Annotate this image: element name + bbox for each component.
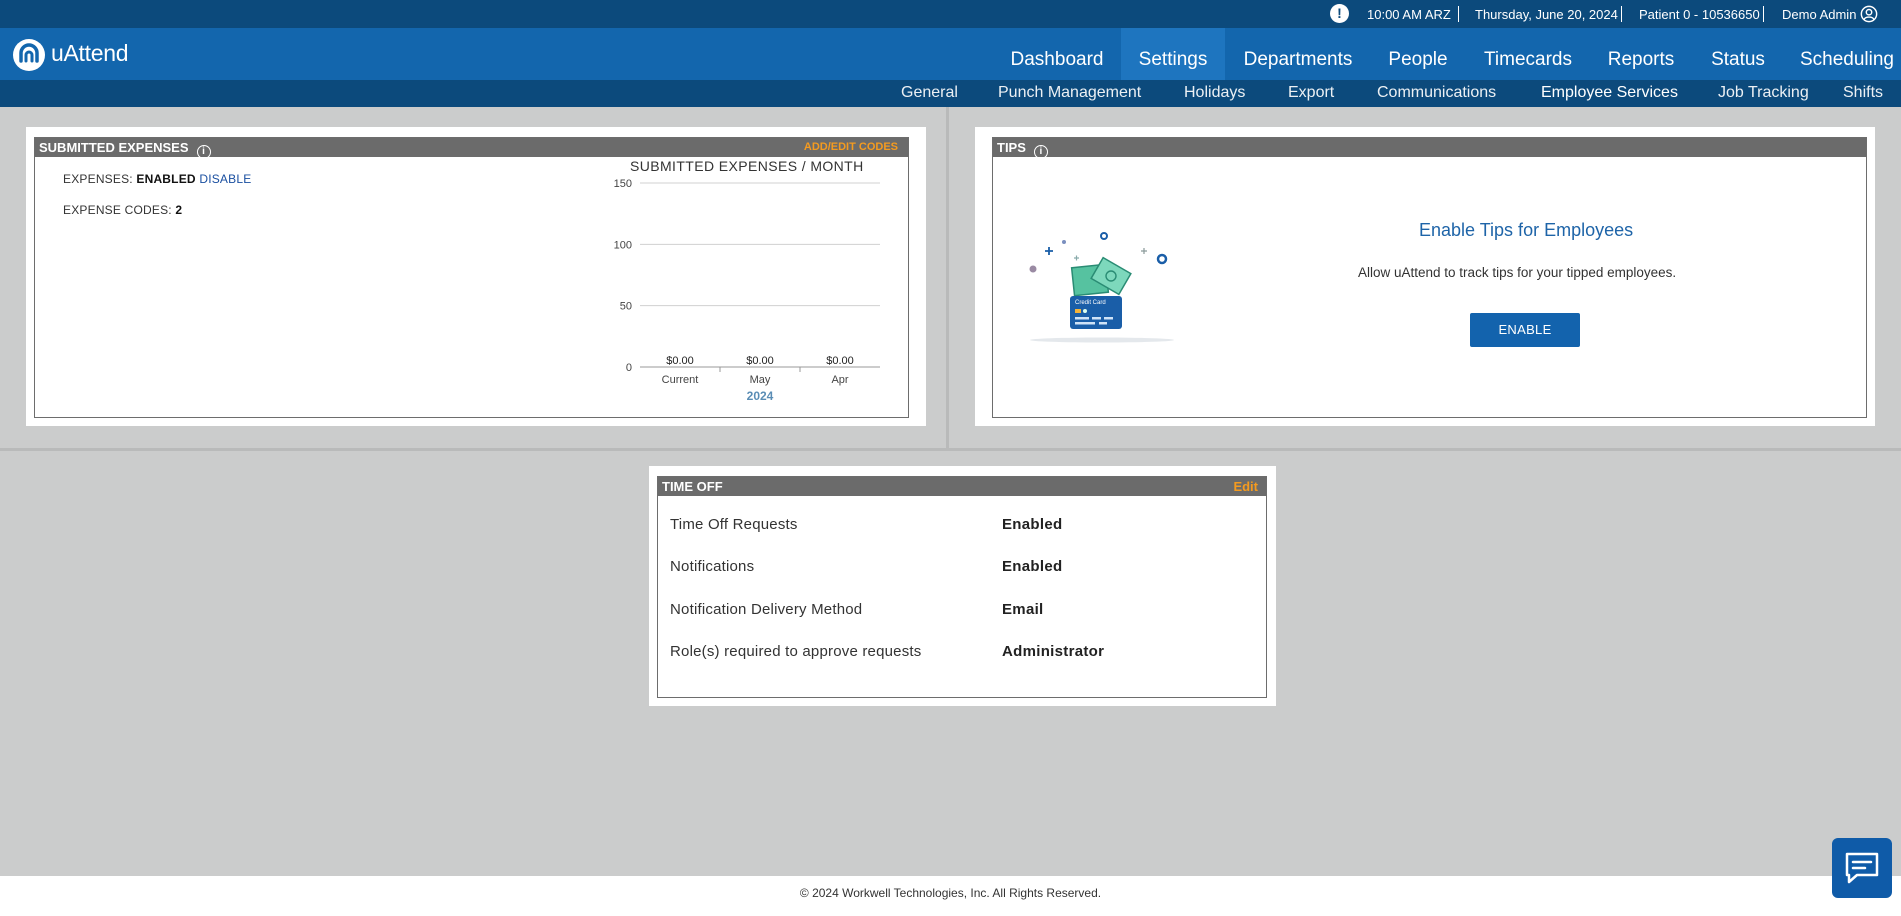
year-label: 2024 bbox=[747, 389, 774, 403]
time-off-row-value: Enabled bbox=[1002, 516, 1063, 533]
expenses-header: SUBMITTED EXPENSES i ADD/EDIT CODES bbox=[35, 138, 908, 159]
subnav-holidays[interactable]: Holidays bbox=[1184, 84, 1245, 102]
time-off-header: TIME OFF Edit bbox=[658, 477, 1266, 496]
footer: © 2024 Workwell Technologies, Inc. All R… bbox=[0, 876, 1901, 916]
subnav-employee-services[interactable]: Employee Services bbox=[1541, 84, 1678, 102]
settings-subnav: General Punch Management Holidays Export… bbox=[0, 80, 1901, 107]
nav-settings[interactable]: Settings bbox=[1121, 28, 1225, 80]
subnav-job-tracking[interactable]: Job Tracking bbox=[1718, 84, 1809, 102]
y-tick-label: 150 bbox=[614, 178, 632, 190]
nav-reports[interactable]: Reports bbox=[1601, 28, 1681, 80]
nav-people[interactable]: People bbox=[1379, 28, 1457, 80]
user-circle-icon[interactable] bbox=[1860, 5, 1878, 23]
subnav-shifts[interactable]: Shifts bbox=[1843, 84, 1883, 102]
bar-data-label: $0.00 bbox=[746, 355, 774, 367]
divider bbox=[1763, 6, 1764, 22]
column-divider bbox=[946, 107, 949, 449]
subnav-punch-management[interactable]: Punch Management bbox=[998, 84, 1141, 102]
nav-dashboard[interactable]: Dashboard bbox=[1000, 28, 1114, 80]
bar-data-label: $0.00 bbox=[666, 355, 694, 367]
time-off-row-value: Administrator bbox=[1002, 643, 1105, 660]
top-status-bar: ! 10:00 AM ARZ Thursday, June 20, 2024 P… bbox=[0, 0, 1901, 28]
divider bbox=[1621, 6, 1622, 22]
y-tick-label: 0 bbox=[626, 362, 632, 374]
tips-illustration-icon: Credit Card bbox=[1029, 232, 1174, 343]
expenses-status-label: EXPENSES: bbox=[63, 172, 133, 186]
subnav-communications[interactable]: Communications bbox=[1377, 84, 1496, 102]
time-off-panel: TIME OFF Edit bbox=[657, 476, 1267, 698]
expenses-status-value: ENABLED bbox=[136, 172, 196, 186]
expenses-title: SUBMITTED EXPENSES bbox=[39, 140, 189, 155]
time-off-row-label: Time Off Requests bbox=[670, 516, 798, 533]
enable-tips-button[interactable]: ENABLE bbox=[1470, 313, 1580, 347]
info-icon[interactable]: i bbox=[196, 145, 211, 159]
logo-text[interactable]: uAttend bbox=[51, 40, 128, 67]
row-divider bbox=[0, 448, 1901, 451]
time-off-row-label: Notification Delivery Method bbox=[670, 601, 863, 618]
time-off-edit-link[interactable]: Edit bbox=[1233, 477, 1258, 496]
expenses-chart: 0 50 100 150 $0.00 Current $0.00 May $0.00 Apr 202… bbox=[614, 178, 880, 403]
add-edit-codes-link[interactable]: ADD/EDIT CODES bbox=[804, 138, 898, 157]
tips-title: TIPS bbox=[997, 140, 1026, 155]
chat-button[interactable] bbox=[1832, 838, 1892, 898]
main-nav: uAttend Dashboard Settings Departments P… bbox=[0, 28, 1901, 80]
subnav-general[interactable]: General bbox=[901, 84, 958, 102]
tips-heading: Enable Tips for Employees bbox=[1419, 220, 1634, 240]
user-menu[interactable]: Demo Admin bbox=[1782, 7, 1856, 22]
alert-icon[interactable]: ! bbox=[1330, 4, 1349, 23]
nav-departments[interactable]: Departments bbox=[1238, 28, 1358, 80]
info-icon[interactable]: i bbox=[1033, 145, 1048, 159]
expense-codes: EXPENSE CODES: 2 bbox=[63, 203, 182, 217]
y-tick-label: 50 bbox=[620, 301, 632, 313]
nav-timecards[interactable]: Timecards bbox=[1477, 28, 1579, 80]
time-off-title: TIME OFF bbox=[662, 479, 723, 494]
copyright-text: © 2024 Workwell Technologies, Inc. All R… bbox=[799, 886, 1102, 900]
time-off-row-label: Role(s) required to approve requests bbox=[670, 643, 922, 660]
tips-header: TIPS i bbox=[993, 138, 1866, 159]
current-date: Thursday, June 20, 2024 bbox=[1475, 7, 1618, 22]
x-tick-label: Current bbox=[662, 374, 699, 386]
y-tick-label: 100 bbox=[614, 239, 632, 251]
uattend-logo-icon[interactable] bbox=[13, 39, 45, 71]
time-off-row-value: Email bbox=[1002, 601, 1044, 618]
divider bbox=[1458, 6, 1459, 22]
x-tick-label: Apr bbox=[831, 374, 848, 386]
nav-status[interactable]: Status bbox=[1701, 28, 1775, 80]
tips-description: Allow uAttend to track tips for your tip… bbox=[1358, 265, 1677, 280]
x-tick-label: May bbox=[750, 374, 771, 386]
card-text: Credit Card bbox=[1075, 300, 1106, 306]
time-off-row-value: Enabled bbox=[1002, 558, 1063, 575]
chart-title: SUBMITTED EXPENSES / MONTH bbox=[630, 158, 864, 174]
time-off-row-label: Notifications bbox=[670, 558, 755, 575]
expense-codes-label: EXPENSE CODES: bbox=[63, 203, 172, 217]
expense-codes-value: 2 bbox=[175, 203, 183, 217]
disable-link[interactable]: DISABLE bbox=[199, 172, 251, 186]
nav-scheduling[interactable]: Scheduling bbox=[1795, 28, 1899, 80]
current-time: 10:00 AM ARZ bbox=[1367, 7, 1451, 22]
patient-selector[interactable]: Patient 0 - 10536650 bbox=[1639, 7, 1760, 22]
chat-bubble-icon bbox=[1845, 852, 1879, 884]
subnav-export[interactable]: Export bbox=[1288, 84, 1334, 102]
bar-data-label: $0.00 bbox=[826, 355, 854, 367]
expenses-status: EXPENSES: ENABLED DISABLE bbox=[63, 172, 251, 186]
